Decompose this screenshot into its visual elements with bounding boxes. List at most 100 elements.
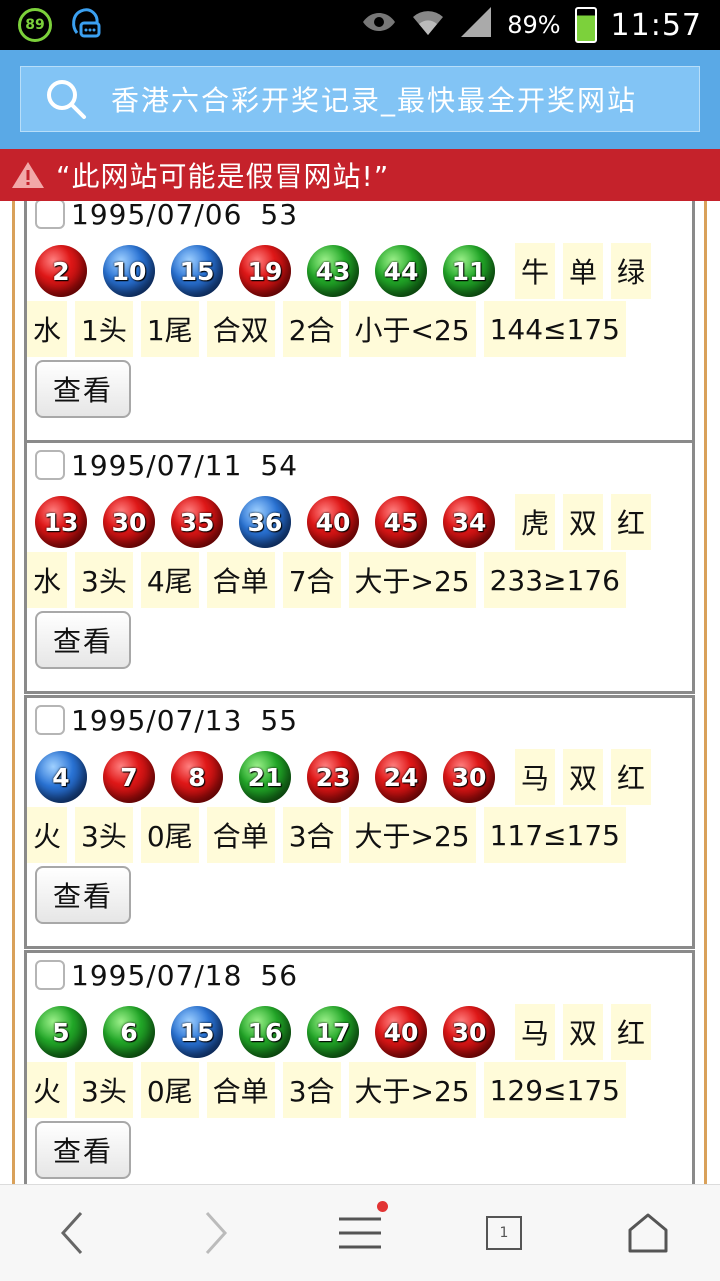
attribute-tag: 129≤175 [483, 1062, 626, 1118]
lottery-ball: 44 [375, 245, 427, 297]
attribute-tag: 合单 [206, 552, 275, 608]
attribute-tag: 3头 [75, 1062, 133, 1118]
attribute-tag: 合单 [206, 1062, 275, 1118]
record-card: 1995/07/11 54 13 30 35 36 40 45 34 虎双红水 3头 4尾 合单 7合 大于… [24, 440, 695, 694]
ball-number: 5 [52, 1017, 70, 1047]
record-header: 1995/07/06 53 [35, 201, 298, 236]
ball-number: 40 [315, 507, 351, 537]
attributes-row: 火 3头 0尾 合单 3合 大于>25 117≤175 [27, 806, 634, 864]
attribute-tag: 1尾 [140, 301, 199, 357]
attribute-tag: 单 [563, 243, 604, 299]
ball-number: 17 [315, 1017, 351, 1047]
view-button[interactable]: 查看 [35, 360, 131, 418]
lottery-ball: 23 [307, 751, 359, 803]
attribute-tag: 0尾 [140, 1062, 199, 1118]
attribute-tag: 大于>25 [348, 552, 476, 608]
warning-text: “此网站可能是假冒网站!” [56, 160, 390, 193]
attribute-tag: 4尾 [140, 552, 199, 608]
clock: 11:57 [610, 7, 702, 43]
forward-button[interactable] [166, 1193, 266, 1273]
back-button[interactable] [22, 1193, 122, 1273]
lottery-ball: 17 [307, 1006, 359, 1058]
lottery-ball: 10 [103, 245, 155, 297]
ball-number: 11 [451, 256, 487, 286]
ball-number: 30 [451, 762, 487, 792]
menu-button[interactable] [310, 1193, 410, 1273]
view-button[interactable]: 查看 [35, 866, 131, 924]
home-button[interactable] [598, 1193, 698, 1273]
attribute-tag: 双 [563, 1004, 604, 1060]
record-date: 1995/07/06 [71, 201, 243, 231]
url-bar[interactable]: 香港六合彩开奖记录_最快最全开奖网站 [20, 66, 700, 132]
attribute-tag: 117≤175 [483, 807, 626, 863]
lottery-ball: 13 [35, 496, 87, 548]
ball-number: 10 [111, 256, 147, 286]
attributes-row: 水 3头 4尾 合单 7合 大于>25 233≥176 [27, 551, 634, 609]
chevron-left-icon [60, 1211, 83, 1255]
numbers-row: 4 7 8 21 23 24 30 马双红 [35, 748, 659, 806]
lottery-ball: 19 [239, 245, 291, 297]
record-checkbox[interactable] [35, 450, 65, 480]
menu-notification-dot [377, 1201, 388, 1212]
record-card: 1995/07/06 53 2 10 15 19 43 44 11 牛单绿水 1头 1尾 合双 2合 小于<… [24, 201, 695, 443]
attribute-tag: 牛 [515, 243, 556, 299]
lottery-ball: 2 [35, 245, 87, 297]
browser-toolbar: 香港六合彩开奖记录_最快最全开奖网站 [0, 50, 720, 149]
warning-icon [0, 160, 56, 190]
attribute-tag: 144≤175 [483, 301, 626, 357]
attribute-tag: 马 [515, 749, 556, 805]
ball-number: 30 [111, 507, 147, 537]
attribute-tag: 3合 [282, 807, 341, 863]
ball-number: 34 [451, 507, 487, 537]
chat-bell-icon [68, 5, 102, 45]
ball-number: 30 [451, 1017, 487, 1047]
record-header: 1995/07/11 54 [35, 443, 298, 487]
record-checkbox[interactable] [35, 201, 65, 229]
right-border [704, 201, 707, 1184]
lottery-ball: 4 [35, 751, 87, 803]
lottery-ball: 11 [443, 245, 495, 297]
attribute-tag: 火 [27, 807, 68, 863]
view-button[interactable]: 查看 [35, 1121, 131, 1179]
view-button[interactable]: 查看 [35, 611, 131, 669]
tabs-button[interactable]: 1 [454, 1193, 554, 1273]
attribute-tag: 3头 [75, 807, 133, 863]
lottery-ball: 7 [103, 751, 155, 803]
results-list[interactable]: 1995/07/06 53 2 10 15 19 43 44 11 牛单绿水 1头 1尾 合双 2合 小于<… [0, 201, 720, 1184]
attribute-tag: 3合 [282, 1062, 341, 1118]
ball-number: 40 [383, 1017, 419, 1047]
attribute-tag: 大于>25 [348, 807, 476, 863]
battery-charging-icon [574, 7, 597, 43]
attribute-tag: 水 [27, 552, 68, 608]
lottery-ball: 40 [375, 1006, 427, 1058]
ball-number: 13 [43, 507, 79, 537]
attribute-tag: 火 [27, 1062, 68, 1118]
lottery-ball: 24 [375, 751, 427, 803]
record-checkbox[interactable] [35, 705, 65, 735]
ball-number: 24 [383, 762, 419, 792]
lottery-ball: 16 [239, 1006, 291, 1058]
attribute-tag: 小于<25 [348, 301, 476, 357]
fake-site-warning-banner: “此网站可能是假冒网站!” [0, 149, 720, 201]
attribute-tag: 水 [27, 301, 68, 357]
ball-number: 44 [383, 256, 419, 286]
ball-number: 2 [52, 256, 70, 286]
record-issue: 53 [260, 201, 299, 231]
search-icon[interactable] [21, 78, 111, 120]
lottery-ball: 40 [307, 496, 359, 548]
url-title[interactable]: 香港六合彩开奖记录_最快最全开奖网站 [111, 79, 637, 119]
attribute-tag: 合双 [206, 301, 275, 357]
lottery-ball: 34 [443, 496, 495, 548]
numbers-row: 5 6 15 16 17 40 30 马双红 [35, 1003, 659, 1061]
record-card: 1995/07/13 55 4 7 8 21 23 24 30 马双红火 3头 0尾 合单 3合 大于>25… [24, 695, 695, 949]
attribute-tag: 合单 [206, 807, 275, 863]
record-issue: 56 [260, 958, 299, 992]
record-checkbox[interactable] [35, 960, 65, 990]
lottery-ball: 43 [307, 245, 359, 297]
record-header: 1995/07/18 56 [35, 953, 298, 997]
ball-number: 23 [315, 762, 351, 792]
attribute-tag: 虎 [515, 494, 556, 550]
notification-badge: 89 [25, 17, 45, 33]
numbers-row: 13 30 35 36 40 45 34 虎双红 [35, 493, 659, 551]
record-date: 1995/07/18 [71, 958, 243, 992]
